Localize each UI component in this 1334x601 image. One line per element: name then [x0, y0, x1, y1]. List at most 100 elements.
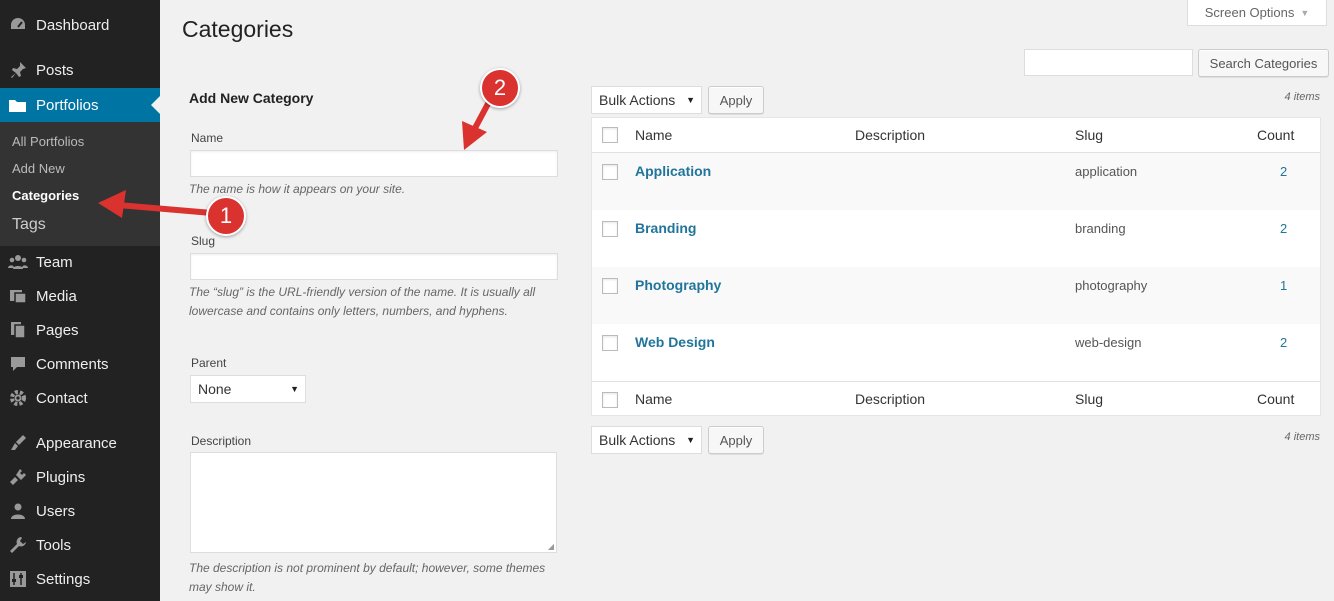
category-name-link[interactable]: Branding — [635, 220, 696, 236]
sliders-icon — [0, 570, 36, 588]
slug-input[interactable] — [190, 253, 558, 280]
menu-label: Pages — [36, 321, 79, 339]
category-name-link[interactable]: Application — [635, 163, 711, 179]
parent-select[interactable]: None ▼ — [190, 375, 306, 403]
table-row: Branding branding 2 — [592, 210, 1320, 267]
menu-plugins[interactable]: Plugins — [0, 460, 160, 494]
submenu-tags[interactable]: Tags — [12, 216, 46, 234]
column-description[interactable]: Description — [855, 127, 925, 143]
screen-options-label: Screen Options — [1204, 5, 1295, 20]
menu-posts[interactable]: Posts — [0, 53, 160, 87]
category-slug: application — [1075, 164, 1138, 179]
slug-help-line-2: lowercase and contains only letters, num… — [189, 304, 508, 318]
column-slug[interactable]: Slug — [1075, 127, 1103, 143]
group-icon — [0, 253, 36, 271]
bulk-actions-value: Bulk Actions — [599, 92, 676, 108]
menu-comments[interactable]: Comments — [0, 347, 160, 381]
caret-down-icon: ▼ — [686, 435, 695, 445]
menu-tools[interactable]: Tools — [0, 528, 160, 562]
wrench-icon — [0, 536, 36, 554]
name-input[interactable] — [190, 150, 558, 177]
apply-button-bottom[interactable]: Apply — [708, 426, 764, 454]
category-count-link[interactable]: 2 — [1280, 221, 1287, 236]
menu-settings[interactable]: Settings — [0, 562, 160, 596]
annotation-marker-2: 2 — [480, 68, 520, 108]
description-help-line-1: The description is not prominent by defa… — [189, 561, 546, 575]
pin-icon — [0, 61, 36, 79]
menu-label: Comments — [36, 355, 109, 373]
bulk-actions-value: Bulk Actions — [599, 432, 676, 448]
column-name-footer[interactable]: Name — [635, 391, 672, 407]
menu-label: Settings — [36, 570, 91, 588]
description-help-line-2: may show it. — [189, 580, 256, 594]
brush-icon — [0, 434, 36, 452]
apply-button-top[interactable]: Apply — [708, 86, 764, 114]
menu-team[interactable]: Team — [0, 245, 160, 279]
name-label: Name — [191, 131, 224, 145]
folder-icon — [0, 97, 36, 113]
menu-label: Users — [36, 502, 76, 520]
dashboard-icon — [0, 16, 36, 34]
add-category-heading: Add New Category — [189, 90, 314, 106]
search-categories-button[interactable]: Search Categories — [1198, 49, 1329, 77]
menu-contact[interactable]: Contact — [0, 381, 160, 415]
column-name[interactable]: Name — [635, 127, 672, 143]
gear-icon — [0, 389, 36, 407]
menu-label: Dashboard — [36, 16, 110, 34]
page-title: Categories — [182, 16, 294, 42]
menu-label: Portfolios — [36, 96, 99, 114]
menu-label: Posts — [36, 61, 74, 79]
slug-help-line-1: The “slug” is the URL-friendly version o… — [189, 285, 536, 299]
menu-appearance[interactable]: Appearance — [0, 426, 160, 460]
column-count[interactable]: Count — [1257, 127, 1294, 143]
menu-users[interactable]: Users — [0, 494, 160, 528]
row-checkbox[interactable] — [602, 221, 618, 237]
select-all-checkbox[interactable] — [602, 127, 618, 143]
resize-grip-icon[interactable]: ◢ — [548, 542, 554, 551]
parent-label: Parent — [191, 356, 227, 370]
column-slug-footer[interactable]: Slug — [1075, 391, 1103, 407]
user-icon — [0, 502, 36, 520]
menu-dashboard[interactable]: Dashboard — [0, 8, 160, 42]
comment-icon — [0, 355, 36, 373]
admin-sidebar: Dashboard Posts Portfolios All Portfolio… — [0, 0, 160, 601]
select-all-checkbox-bottom[interactable] — [602, 392, 618, 408]
portfolios-submenu: All Portfolios Add New Categories Tags — [0, 122, 160, 246]
caret-down-icon: ▼ — [686, 95, 695, 105]
menu-pages[interactable]: Pages — [0, 313, 160, 347]
category-count-link[interactable]: 1 — [1280, 278, 1287, 293]
submenu-categories[interactable]: Categories — [12, 188, 79, 203]
menu-portfolios[interactable]: Portfolios — [0, 88, 160, 122]
submenu-all-portfolios[interactable]: All Portfolios — [12, 134, 84, 149]
column-count-footer[interactable]: Count — [1257, 391, 1294, 407]
description-textarea[interactable]: ◢ — [190, 452, 557, 553]
submenu-add-new[interactable]: Add New — [12, 161, 65, 176]
plug-icon — [0, 468, 36, 486]
menu-label: Media — [36, 287, 77, 305]
row-checkbox[interactable] — [602, 335, 618, 351]
screen-options-button[interactable]: Screen Options ▼ — [1187, 0, 1327, 26]
parent-select-value: None — [198, 381, 232, 397]
categories-table: Name Description Slug Count Application … — [591, 117, 1321, 416]
category-count-link[interactable]: 2 — [1280, 335, 1287, 350]
caret-down-icon: ▼ — [290, 384, 299, 394]
table-row: Web Design web-design 2 — [592, 324, 1320, 381]
items-count-bottom: 4 items — [1284, 431, 1320, 443]
column-description-footer[interactable]: Description — [855, 391, 925, 407]
category-name-link[interactable]: Web Design — [635, 334, 715, 350]
description-label: Description — [191, 434, 252, 448]
table-header: Name Description Slug Count — [592, 118, 1320, 153]
menu-media[interactable]: Media — [0, 279, 160, 313]
menu-label: Contact — [36, 389, 88, 407]
search-categories-input[interactable] — [1024, 49, 1193, 76]
category-slug: web-design — [1075, 335, 1142, 350]
category-count-link[interactable]: 2 — [1280, 164, 1287, 179]
row-checkbox[interactable] — [602, 278, 618, 294]
menu-label: Appearance — [36, 434, 117, 452]
category-name-link[interactable]: Photography — [635, 277, 721, 293]
menu-label: Team — [36, 253, 73, 271]
bulk-actions-select-top[interactable]: Bulk Actions ▼ — [591, 86, 702, 114]
slug-label: Slug — [191, 234, 216, 248]
bulk-actions-select-bottom[interactable]: Bulk Actions ▼ — [591, 426, 702, 454]
row-checkbox[interactable] — [602, 164, 618, 180]
